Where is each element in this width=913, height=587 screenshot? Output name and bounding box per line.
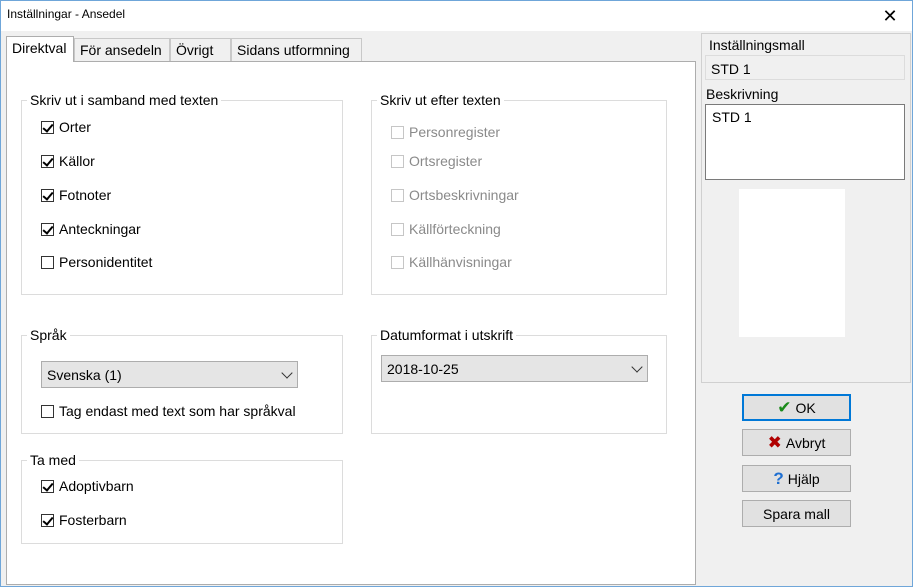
cancel-button-label: Avbryt — [785, 434, 826, 451]
checkbox-box — [391, 188, 404, 202]
print-after-text-group: Skriv ut efter texten Personregister Ort… — [371, 91, 667, 295]
checkbox-box[interactable] — [41, 479, 54, 493]
checkbox-ortsregister: Ortsregister — [391, 152, 482, 170]
question-icon: ? — [773, 468, 784, 488]
cancel-button[interactable]: ✖ Avbryt — [742, 429, 851, 456]
group-legend: Skriv ut efter texten — [377, 91, 504, 109]
checkbox-label: Anteckningar — [59, 221, 141, 237]
date-format-select[interactable]: 2018-10-25 — [381, 355, 648, 382]
date-format-group: Datumformat i utskrift 2018-10-25 — [371, 326, 667, 434]
checkbox-orter[interactable]: Orter — [41, 118, 91, 136]
checkbox-box[interactable] — [41, 120, 54, 134]
group-legend: Skriv ut i samband med texten — [27, 91, 222, 109]
save-template-button-label: Spara mall — [763, 505, 830, 522]
help-button[interactable]: ? Hjälp — [742, 465, 851, 492]
tab-ovrigt[interactable]: Övrigt — [170, 38, 231, 61]
check-icon: ✔ — [777, 397, 792, 417]
checkbox-label: Källhänvisningar — [409, 254, 512, 270]
checkbox-box[interactable] — [41, 188, 54, 202]
checkbox-box — [391, 255, 404, 269]
description-label: Beskrivning — [706, 86, 779, 102]
chevron-down-icon — [631, 361, 643, 373]
checkbox-label: Ortsregister — [409, 153, 483, 169]
title-bar: Inställningar - Ansedel ✕ — [1, 1, 912, 31]
language-select-value: Svenska (1) — [47, 367, 122, 383]
language-select[interactable]: Svenska (1) — [41, 361, 298, 388]
checkbox-kallhanvisningar: Källhänvisningar — [391, 253, 512, 271]
checkbox-box[interactable] — [41, 404, 54, 418]
group-legend: Ta med — [27, 451, 79, 469]
checkbox-fotnoter[interactable]: Fotnoter — [41, 186, 111, 204]
tab-sidans-utformning[interactable]: Sidans utformning — [231, 38, 362, 61]
chevron-down-icon — [281, 367, 293, 379]
tab-panel-direktval: Skriv ut i samband med texten Orter Käll… — [6, 61, 696, 585]
window-title: Inställningar - Ansedel — [7, 7, 126, 21]
close-button[interactable]: ✕ — [868, 1, 912, 31]
checkbox-box — [391, 222, 404, 236]
checkbox-label: Källor — [59, 153, 95, 169]
checkbox-kallor[interactable]: Källor — [41, 152, 95, 170]
checkbox-label: Tag endast med text som har språkval — [59, 403, 296, 419]
checkbox-box[interactable] — [41, 513, 54, 527]
tab-direktval[interactable]: Direktval — [6, 36, 74, 62]
checkbox-label: Fosterbarn — [59, 512, 127, 528]
checkbox-ortsbeskrivningar: Ortsbeskrivningar — [391, 186, 519, 204]
checkbox-label: Ortsbeskrivningar — [409, 187, 519, 203]
checkbox-label: Adoptivbarn — [59, 478, 134, 494]
checkbox-box[interactable] — [41, 222, 54, 236]
checkbox-kallforteckning: Källförteckning — [391, 220, 501, 238]
page-preview — [739, 189, 845, 337]
checkbox-fosterbarn[interactable]: Fosterbarn — [41, 511, 127, 529]
checkbox-label: Källförteckning — [409, 221, 501, 237]
checkbox-anteckningar[interactable]: Anteckningar — [41, 220, 141, 238]
x-icon: ✖ — [767, 432, 782, 452]
checkbox-tag-only-with-language[interactable]: Tag endast med text som har språkval — [41, 402, 296, 420]
help-button-label: Hjälp — [787, 470, 820, 487]
ok-button[interactable]: ✔ OK — [742, 394, 851, 421]
checkbox-box — [391, 154, 404, 168]
save-template-button[interactable]: Spara mall — [742, 500, 851, 527]
group-legend: Datumformat i utskrift — [377, 326, 517, 344]
ok-button-label: OK — [795, 399, 816, 416]
description-field[interactable]: STD 1 — [705, 104, 905, 180]
template-field[interactable]: STD 1 — [705, 55, 905, 80]
checkbox-label: Orter — [59, 119, 91, 135]
checkbox-label: Personidentitet — [59, 254, 153, 270]
settings-dialog: Inställningar - Ansedel ✕ Direktval För … — [0, 0, 913, 587]
language-group: Språk Svenska (1) Tag endast med text so… — [21, 326, 343, 434]
checkbox-box[interactable] — [41, 255, 54, 269]
template-label: Inställningsmall — [709, 37, 805, 53]
checkbox-box — [391, 125, 404, 139]
checkbox-label: Personregister — [409, 124, 501, 140]
print-with-text-group: Skriv ut i samband med texten Orter Käll… — [21, 91, 343, 295]
checkbox-personregister: Personregister — [391, 123, 500, 141]
checkbox-adoptivbarn[interactable]: Adoptivbarn — [41, 477, 134, 495]
checkbox-label: Fotnoter — [59, 187, 112, 203]
checkbox-box[interactable] — [41, 154, 54, 168]
include-group: Ta med Adoptivbarn Fosterbarn — [21, 451, 343, 544]
tab-for-ansedeln[interactable]: För ansedeln — [74, 38, 170, 61]
date-format-select-value: 2018-10-25 — [387, 361, 459, 377]
template-panel: Inställningsmall STD 1 Beskrivning STD 1 — [701, 33, 911, 383]
checkbox-personidentitet[interactable]: Personidentitet — [41, 253, 152, 271]
group-legend: Språk — [27, 326, 70, 344]
close-icon: ✕ — [882, 5, 898, 26]
